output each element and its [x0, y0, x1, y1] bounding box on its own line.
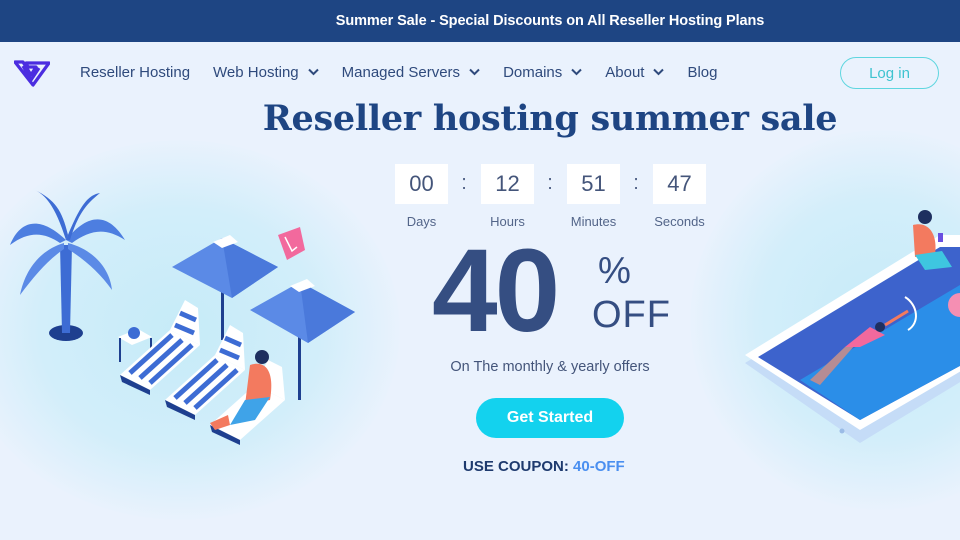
coupon-label: USE COUPON:	[463, 458, 569, 475]
nav-item-blog[interactable]: Blog	[687, 64, 717, 81]
nav-item-label: Blog	[687, 63, 718, 81]
chevron-down-icon	[469, 68, 480, 76]
notification-bubble-icon	[278, 227, 305, 260]
countdown-minutes-label: Minutes	[570, 214, 617, 229]
countdown-separator: :	[633, 172, 639, 194]
main-nav: Reseller Hosting Web Hosting Managed Serve…	[0, 42, 960, 102]
nav-item-label: Managed Servers	[341, 63, 461, 81]
announcement-text: Summer Sale - Special Discounts on All R…	[335, 13, 765, 29]
coupon-text: USE COUPON: 40-OFF	[463, 458, 625, 475]
countdown-minutes-value: 51	[567, 164, 620, 204]
nav-menu: Reseller Hosting Web Hosting Managed Serve…	[80, 42, 740, 102]
countdown-seconds-label: Seconds	[654, 214, 705, 229]
countdown-days-value: 00	[395, 164, 448, 204]
palm-tree-icon	[10, 190, 125, 341]
hero-title: Reseller hosting summer sale	[262, 98, 838, 139]
discount-number: 40	[432, 225, 560, 357]
chevron-down-icon	[653, 68, 665, 76]
beach-illustration	[10, 190, 355, 445]
chevron-down-icon	[571, 68, 582, 76]
announcement-bar: Summer Sale - Special Discounts on All R…	[0, 0, 960, 42]
pool-illustration	[745, 210, 960, 443]
login-button[interactable]: Log in	[840, 57, 939, 89]
nav-item-label: About	[605, 63, 645, 81]
nav-item-reseller-hosting[interactable]: Reseller Hosting	[80, 64, 190, 81]
discount-off: OFF	[592, 294, 671, 336]
nav-item-label: Web Hosting	[213, 63, 299, 81]
nav-item-web-hosting[interactable]: Web Hosting	[213, 64, 319, 81]
nav-item-about[interactable]: About	[605, 63, 665, 81]
nav-item-domains[interactable]: Domains	[503, 64, 582, 81]
brand-logo-icon[interactable]	[14, 59, 50, 87]
get-started-button[interactable]: Get Started	[476, 398, 624, 438]
nav-item-label: Reseller Hosting	[80, 63, 191, 81]
discount-percent: %	[598, 250, 631, 291]
chevron-down-icon	[307, 68, 319, 76]
nav-item-label: Domains	[503, 63, 563, 81]
countdown-hours-value: 12	[481, 164, 534, 204]
coupon-code: 40-OFF	[573, 458, 625, 475]
nav-item-managed-servers[interactable]: Managed Servers	[342, 64, 480, 81]
countdown-separator: :	[461, 172, 467, 194]
countdown-seconds-value: 47	[653, 164, 706, 204]
countdown-separator: :	[547, 172, 553, 194]
